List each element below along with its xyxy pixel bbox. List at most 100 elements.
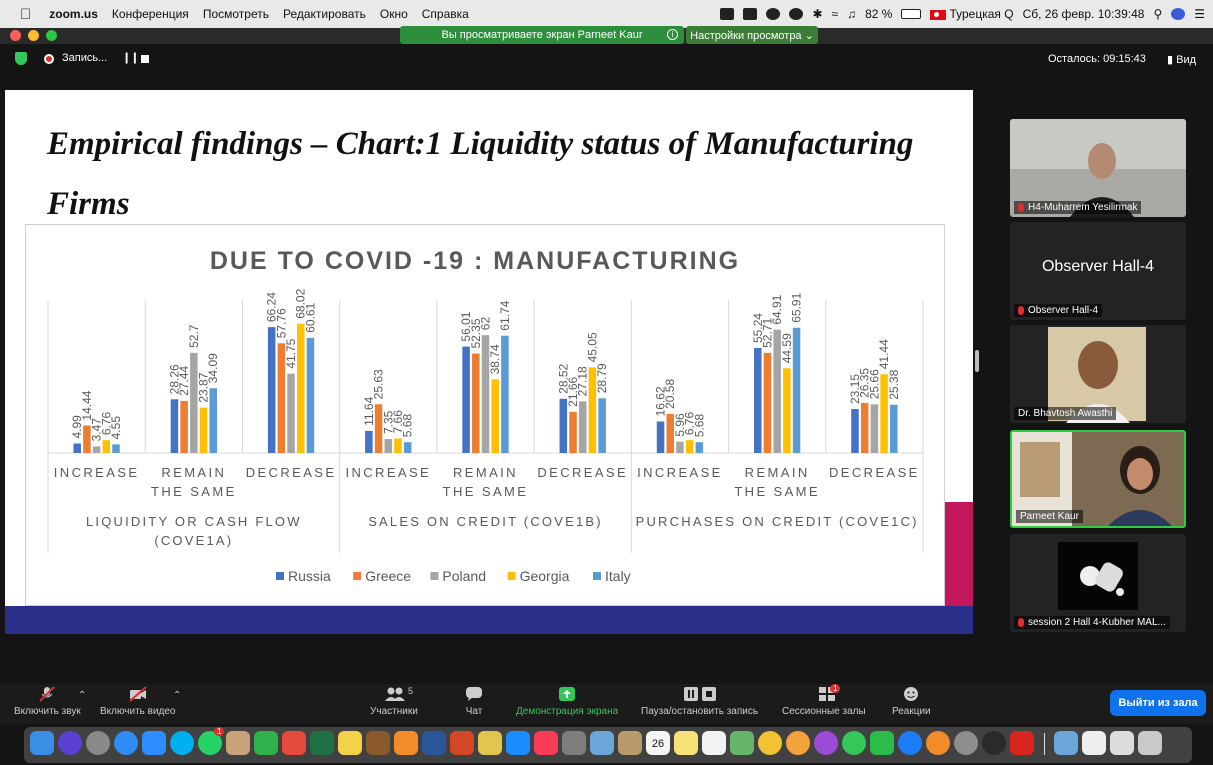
- menu-app-name[interactable]: zoom.us: [49, 7, 98, 21]
- panel-resize-handle[interactable]: [975, 350, 979, 372]
- pause-stop-recording-button[interactable]: Пауза/остановить запись: [641, 686, 758, 717]
- app-store-connect-icon[interactable]: [506, 731, 530, 755]
- leave-meeting-button[interactable]: Выйти из зала: [1110, 690, 1206, 716]
- safari-icon[interactable]: [114, 731, 138, 755]
- view-options-button[interactable]: Настройки просмотра ⌄: [686, 26, 818, 44]
- share-screen-button[interactable]: Демонстрация экрана: [516, 686, 618, 717]
- apple-icon[interactable]: : [20, 6, 31, 23]
- skype-icon[interactable]: [170, 731, 194, 755]
- keynote-icon[interactable]: [282, 731, 306, 755]
- participant-placeholder-name: Observer Hall-4: [1041, 258, 1155, 275]
- pause-recording-icon[interactable]: ❙❙: [122, 51, 139, 64]
- wifi-icon[interactable]: ≈: [832, 7, 839, 21]
- launchpad-icon[interactable]: [86, 731, 110, 755]
- menu-conference[interactable]: Конференция: [112, 7, 189, 21]
- bluetooth-icon[interactable]: ✱: [812, 7, 822, 21]
- menu-view[interactable]: Посмотреть: [203, 7, 269, 21]
- bar-italy: [501, 335, 509, 453]
- stickies-icon[interactable]: [478, 731, 502, 755]
- zoom-dock-icon[interactable]: [142, 731, 166, 755]
- bar-poland: [384, 439, 393, 453]
- messages-icon[interactable]: [842, 731, 866, 755]
- time-machine-icon[interactable]: [789, 8, 804, 20]
- macos-dock: 1 26: [24, 727, 1192, 763]
- archive-icon[interactable]: [618, 731, 642, 755]
- battery-status[interactable]: 82 %: [865, 7, 892, 21]
- music-icon[interactable]: [534, 731, 558, 755]
- screenshot-folder-icon[interactable]: [1054, 731, 1078, 755]
- unmute-button[interactable]: Включить звук: [14, 686, 81, 717]
- acrobat-icon[interactable]: [1010, 731, 1034, 755]
- reminders-icon[interactable]: [702, 731, 726, 755]
- app-store-icon[interactable]: [898, 731, 922, 755]
- contacts-icon[interactable]: [226, 731, 250, 755]
- ibooks-icon[interactable]: [926, 731, 950, 755]
- vpn-icon[interactable]: [766, 8, 781, 20]
- category-label: REMAIN: [453, 465, 518, 480]
- notes-yellow-icon[interactable]: [674, 731, 698, 755]
- podcasts-icon[interactable]: [814, 731, 838, 755]
- facetime-icon[interactable]: [870, 731, 894, 755]
- notes-icon[interactable]: [338, 731, 362, 755]
- close-window-button[interactable]: [10, 30, 21, 41]
- start-video-button[interactable]: Включить видео: [100, 686, 176, 717]
- minimize-window-button[interactable]: [28, 30, 39, 41]
- bar-greece: [472, 353, 480, 453]
- reactions-button[interactable]: Реакции: [892, 686, 931, 717]
- audio-options-chevron-icon[interactable]: ⌃: [78, 690, 86, 701]
- numbers-icon[interactable]: [254, 731, 278, 755]
- excel-icon[interactable]: [310, 731, 334, 755]
- battery-icon[interactable]: [901, 9, 922, 19]
- document-icon[interactable]: [1082, 731, 1106, 755]
- participant-tile[interactable]: session 2 Hall 4-Kubher MAL...: [1010, 534, 1186, 632]
- participant-tile[interactable]: Observer Hall-4 Observer Hall-4: [1010, 222, 1186, 320]
- bar-greece: [860, 402, 869, 453]
- zoom-status-icon[interactable]: [720, 8, 735, 20]
- spreadsheet-doc-icon[interactable]: [1110, 731, 1134, 755]
- word-icon[interactable]: [422, 731, 446, 755]
- menu-help[interactable]: Справка: [422, 7, 469, 21]
- books-icon[interactable]: [366, 731, 390, 755]
- bar-georgia: [394, 438, 402, 453]
- participant-tile-active-speaker[interactable]: Parneet Kaur: [1010, 430, 1186, 528]
- zoom-window:  zoom.us Конференция Посмотреть Редакти…: [0, 0, 1213, 765]
- siri-icon[interactable]: [1171, 8, 1186, 20]
- view-button[interactable]: ▮ Вид: [1167, 53, 1196, 66]
- data-label: 41.44: [877, 339, 891, 369]
- photos-icon[interactable]: [786, 731, 810, 755]
- video-off-icon: [129, 686, 147, 702]
- system-preferences-icon[interactable]: [954, 731, 978, 755]
- powerpoint-icon[interactable]: [450, 731, 474, 755]
- siri-dock-icon[interactable]: [58, 731, 82, 755]
- screen-icon[interactable]: [743, 8, 758, 20]
- preview-icon[interactable]: [590, 731, 614, 755]
- stop-recording-icon[interactable]: [141, 55, 149, 63]
- data-label: 11.64: [362, 396, 376, 425]
- volume-icon[interactable]: ♫: [847, 7, 856, 21]
- menu-window[interactable]: Окно: [380, 7, 408, 21]
- maps-icon[interactable]: [730, 731, 754, 755]
- participant-tile[interactable]: H4-Muharrem Yesilirmak: [1010, 119, 1186, 217]
- calendar-icon[interactable]: 26: [646, 731, 670, 755]
- data-label: 65.91: [790, 292, 804, 322]
- breakout-rooms-button[interactable]: 1 Сессионные залы: [782, 684, 866, 717]
- trash-icon[interactable]: [1138, 731, 1162, 755]
- control-center-icon[interactable]: ☰: [1194, 7, 1205, 21]
- security-shield-icon[interactable]: [15, 52, 27, 65]
- photo-icon[interactable]: [562, 731, 586, 755]
- soundboard-icon[interactable]: [982, 731, 1006, 755]
- input-source[interactable]: Турецкая Q: [930, 7, 1014, 21]
- menu-edit[interactable]: Редактировать: [283, 7, 366, 21]
- video-options-chevron-icon[interactable]: ⌃: [173, 690, 181, 701]
- chat-button[interactable]: Чат: [465, 686, 483, 717]
- chrome-icon[interactable]: [758, 731, 782, 755]
- zoom-window-button[interactable]: [46, 30, 57, 41]
- spotlight-search-icon[interactable]: ⚲: [1153, 7, 1162, 21]
- participant-tile[interactable]: Dr. Bhavtosh Awasthi: [1010, 325, 1186, 423]
- participants-button[interactable]: 5 Участники: [370, 686, 418, 717]
- finder-icon[interactable]: [30, 731, 54, 755]
- pages-icon[interactable]: [394, 731, 418, 755]
- data-label: 41.75: [284, 338, 298, 368]
- info-icon[interactable]: i: [667, 29, 678, 40]
- menubar-clock[interactable]: Сб, 26 февр. 10:39:48: [1023, 7, 1145, 21]
